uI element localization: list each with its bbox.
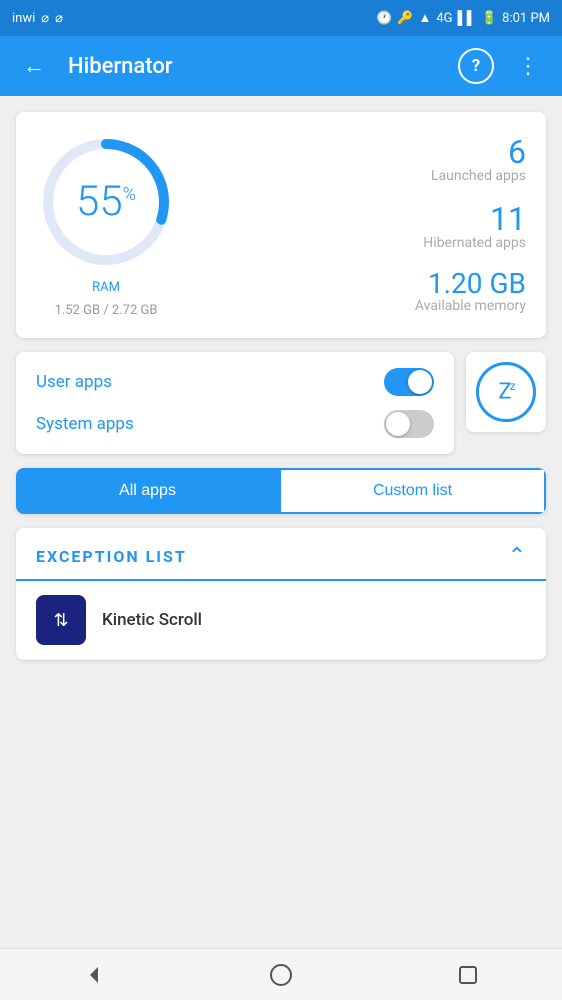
status-bar: inwi ⌀ ⌀ 🕐 🔑 ▲ 4G ▌▌ 🔋 8:01 PM xyxy=(0,0,562,36)
nav-back-button[interactable] xyxy=(69,955,119,995)
help-button[interactable]: ? xyxy=(458,48,494,84)
user-apps-row: User apps xyxy=(36,368,434,396)
app-title: Hibernator xyxy=(68,54,442,79)
toolbar: ← Hibernator ? ⋮ xyxy=(0,36,562,96)
user-apps-label: User apps xyxy=(36,372,112,392)
available-memory-stat: 1.20 GB Available memory xyxy=(196,270,526,314)
status-left: inwi ⌀ ⌀ xyxy=(12,11,63,26)
ram-circle-wrap: 55% xyxy=(36,132,176,272)
tab-row: All apps Custom list xyxy=(16,468,546,514)
toggles-card: User apps System apps xyxy=(16,352,454,454)
stats-right: 6 Launched apps 11 Hibernated apps 1.20 … xyxy=(196,132,526,318)
hibernated-apps-stat: 11 Hibernated apps xyxy=(196,203,526,251)
system-apps-thumb xyxy=(386,412,410,436)
available-memory-value: 1.20 GB xyxy=(196,270,526,298)
hibernated-apps-label: Hibernated apps xyxy=(196,235,526,251)
time-label: 8:01 PM xyxy=(502,11,550,26)
stats-card: 55% RAM 1.52 GB / 2.72 GB 6 Launched app… xyxy=(16,112,546,338)
signal-bars-icon: ▌▌ xyxy=(458,10,476,26)
launched-apps-label: Launched apps xyxy=(196,168,526,184)
user-apps-thumb xyxy=(408,370,432,394)
hibernated-apps-count: 11 xyxy=(196,203,526,235)
nav-home-button[interactable] xyxy=(256,955,306,995)
signal-icon: 4G xyxy=(436,11,452,26)
svg-text:⇅: ⇅ xyxy=(53,610,68,631)
ram-percent-value: 55% xyxy=(76,177,136,226)
main-content: 55% RAM 1.52 GB / 2.72 GB 6 Launched app… xyxy=(0,96,562,948)
available-memory-label: Available memory xyxy=(196,298,526,314)
usb-icon: ⌀ xyxy=(41,11,49,26)
system-apps-toggle[interactable] xyxy=(384,410,434,438)
ram-label: RAM xyxy=(92,280,120,295)
bottom-nav xyxy=(0,948,562,1000)
back-nav-icon xyxy=(82,963,106,987)
recent-nav-icon xyxy=(457,964,479,986)
sleep-icon-label: Zz xyxy=(498,379,513,404)
custom-list-tab[interactable]: Custom list xyxy=(279,468,546,514)
sleep-circle-icon: Zz xyxy=(476,362,536,422)
app-icon-kinetic: ⇅ xyxy=(36,595,86,645)
ram-percent-display: 55% xyxy=(76,181,136,223)
kinetic-scroll-icon: ⇅ xyxy=(43,602,79,638)
home-nav-icon xyxy=(269,963,293,987)
status-right: 🕐 🔑 ▲ 4G ▌▌ 🔋 8:01 PM xyxy=(376,10,550,26)
launched-apps-count: 6 xyxy=(196,136,526,168)
nav-recent-button[interactable] xyxy=(443,955,493,995)
launched-apps-stat: 6 Launched apps xyxy=(196,136,526,184)
memory-used-label: 1.52 GB / 2.72 GB xyxy=(55,303,158,318)
wifi-icon: ▲ xyxy=(419,10,432,26)
usb2-icon: ⌀ xyxy=(55,11,63,26)
carrier-label: inwi xyxy=(12,11,35,26)
system-apps-label: System apps xyxy=(36,414,134,434)
list-item: ⇅ Kinetic Scroll xyxy=(16,581,546,660)
more-button[interactable]: ⋮ xyxy=(510,48,546,84)
sleep-button[interactable]: Zz xyxy=(466,352,546,432)
exception-title: Exception List xyxy=(36,547,187,566)
all-apps-tab[interactable]: All apps xyxy=(16,468,279,514)
back-button[interactable]: ← xyxy=(16,48,52,84)
controls-row: User apps System apps Zz xyxy=(16,352,546,454)
exception-card: Exception List ⌃ ⇅ Kinetic Scroll xyxy=(16,528,546,660)
app-name-kinetic: Kinetic Scroll xyxy=(102,610,202,630)
alarm-icon: 🕐 xyxy=(376,11,392,26)
user-apps-toggle[interactable] xyxy=(384,368,434,396)
exception-header: Exception List ⌃ xyxy=(16,528,546,581)
key-icon: 🔑 xyxy=(397,11,413,26)
ram-circle-container: 55% RAM 1.52 GB / 2.72 GB xyxy=(36,132,176,318)
collapse-button[interactable]: ⌃ xyxy=(508,544,526,569)
battery-icon: 🔋 xyxy=(481,11,497,26)
system-apps-row: System apps xyxy=(36,410,434,438)
